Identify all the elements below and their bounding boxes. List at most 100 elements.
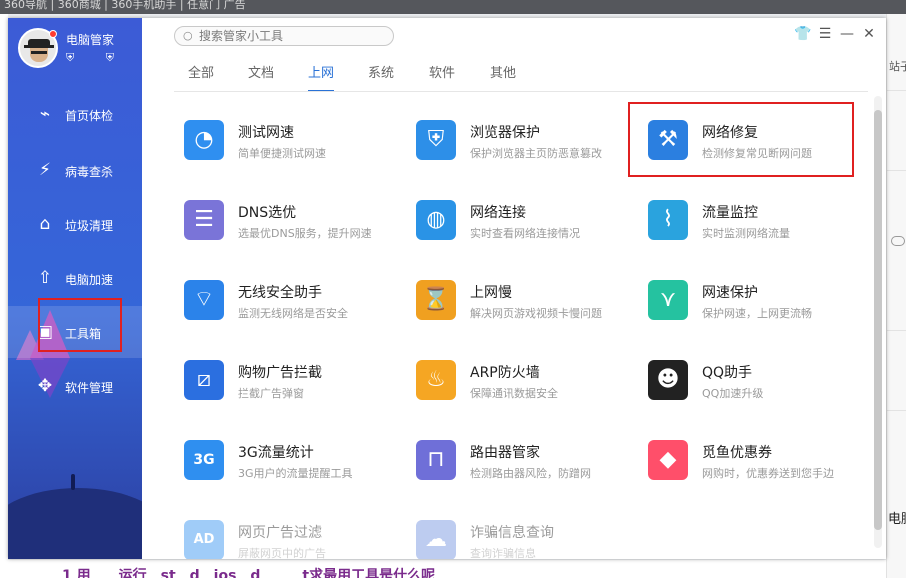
ad-filter-icon: AD bbox=[184, 520, 224, 559]
tool-name: 觅鱼优惠券 bbox=[702, 445, 772, 461]
tool-desc: 查询诈骗信息 bbox=[470, 547, 536, 559]
tool-name: 路由器管家 bbox=[470, 445, 540, 461]
tool-desc: 保护浏览器主页防恶意篡改 bbox=[470, 147, 602, 160]
tool-speed-test[interactable]: ◔ 测试网速 简单便捷测试网速 bbox=[184, 116, 414, 176]
tool-shopping-ad-block[interactable]: ⧄ 购物广告拦截 拦截广告弹窗 bbox=[184, 356, 414, 416]
search-box[interactable]: ○ bbox=[174, 26, 394, 46]
tool-desc: 实时查看网络连接情况 bbox=[470, 227, 580, 240]
sidebar-person-silhouette bbox=[71, 474, 75, 490]
background-left-strip bbox=[0, 14, 8, 560]
sidebar-item-cleanup[interactable]: ⌂ 垃圾清理 bbox=[8, 198, 142, 250]
firewall-icon: ♨ bbox=[416, 360, 456, 400]
tool-name: 网速保护 bbox=[702, 285, 758, 301]
scrollbar-thumb[interactable] bbox=[874, 110, 882, 530]
background-divider bbox=[887, 170, 906, 171]
tool-name: ARP防火墙 bbox=[470, 365, 540, 381]
tool-speed-protect[interactable]: ⋎ 网速保护 保护网速，上网更流畅 bbox=[648, 276, 872, 336]
highlight-box-toolbox bbox=[38, 298, 122, 352]
tool-desc: 简单便捷测试网速 bbox=[238, 147, 326, 160]
background-right-text: 站子 bbox=[889, 60, 906, 73]
sidebar-item-speedup[interactable]: ⇧ 电脑加速 bbox=[8, 252, 142, 304]
tool-name: 3G流量统计 bbox=[238, 445, 314, 461]
tool-arp-firewall[interactable]: ♨ ARP防火墙 保障通讯数据安全 bbox=[416, 356, 646, 416]
skin-icon[interactable]: 👕 bbox=[794, 24, 812, 44]
tool-fraud-query[interactable]: ☁ 诈骗信息查询 查询诈骗信息 bbox=[416, 516, 646, 559]
sidebar-item-label: 首页体检 bbox=[65, 109, 114, 123]
tool-slow-internet[interactable]: ⌛ 上网慢 解决网页游戏视频卡慢问题 bbox=[416, 276, 646, 336]
tab-system[interactable]: 系统 bbox=[368, 62, 394, 92]
background-divider bbox=[887, 330, 906, 331]
apps-icon: ✥ bbox=[37, 376, 53, 396]
background-article-heading: 1 用 运行 st d ios d t求最用工具是什么呢 bbox=[62, 568, 436, 578]
globe-icon: ◍ bbox=[416, 200, 456, 240]
background-divider bbox=[887, 90, 906, 91]
search-input[interactable] bbox=[199, 28, 389, 44]
tool-desc: 监测无线网络是否安全 bbox=[238, 307, 348, 320]
tool-desc: 屏蔽网页中的广告 bbox=[238, 547, 326, 559]
tool-name: 诈骗信息查询 bbox=[470, 525, 554, 541]
sidebar-item-home-check[interactable]: ⌁ 首页体检 bbox=[8, 88, 142, 140]
sidebar-hill-decoration bbox=[8, 488, 142, 559]
dns-server-icon: ☰ bbox=[184, 200, 224, 240]
tool-wifi-security[interactable]: ⌔ 无线安全助手 监测无线网络是否安全 bbox=[184, 276, 414, 336]
tab-software[interactable]: 软件 bbox=[429, 62, 455, 92]
window-controls: 👕 ☰ — ✕ bbox=[794, 24, 878, 44]
background-divider bbox=[887, 410, 906, 411]
tool-desc: 3G用户的流量提醒工具 bbox=[238, 467, 353, 480]
sidebar: 电脑管家 ⛨ ⛨ ⌁ 首页体检 ⚡ 病毒查杀 ⌂ 垃圾清理 ⇧ 电脑加速 ▣ 工… bbox=[8, 18, 142, 559]
tool-name: DNS选优 bbox=[238, 205, 297, 221]
fraud-query-icon: ☁ bbox=[416, 520, 456, 559]
avatar-glasses bbox=[31, 51, 47, 55]
main-panel: ○ 👕 ☰ — ✕ 全部 文档 上网 系统 软件 其他 ◔ 测试网速 简单便捷测… bbox=[142, 18, 886, 559]
tool-desc: 实时监测网络流量 bbox=[702, 227, 790, 240]
tool-web-ad-filter[interactable]: AD 网页广告过滤 屏蔽网页中的广告 bbox=[184, 516, 414, 559]
tool-desc: QQ加速升级 bbox=[702, 387, 764, 400]
tool-desc: 检测路由器风险，防蹭网 bbox=[470, 467, 591, 480]
sidebar-item-label: 电脑加速 bbox=[65, 273, 114, 287]
menu-icon[interactable]: ☰ bbox=[816, 24, 834, 44]
notification-dot bbox=[49, 30, 57, 38]
traffic-monitor-icon: ⌇ bbox=[648, 200, 688, 240]
tool-desc: 保护网速，上网更流畅 bbox=[702, 307, 812, 320]
close-icon[interactable]: ✕ bbox=[860, 24, 878, 44]
tab-internet[interactable]: 上网 bbox=[308, 62, 335, 92]
broom-icon: ⌂ bbox=[39, 214, 51, 234]
router-icon: ⊓ bbox=[416, 440, 456, 480]
tool-dns-optimize[interactable]: ☰ DNS选优 选最优DNS服务，提升网速 bbox=[184, 196, 414, 256]
background-bottom-text: 1 用 运行 st d ios d t求最用工具是什么呢 bbox=[0, 560, 886, 578]
minimize-icon[interactable]: — bbox=[838, 24, 856, 44]
tool-traffic-monitor[interactable]: ⌇ 流量监控 实时监测网络流量 bbox=[648, 196, 872, 256]
account-status-icons[interactable]: ⛨ ⛨ bbox=[66, 51, 128, 65]
tab-all[interactable]: 全部 bbox=[188, 62, 214, 92]
tab-other[interactable]: 其他 bbox=[490, 62, 516, 92]
tool-desc: 解决网页游戏视频卡慢问题 bbox=[470, 307, 602, 320]
tool-network-connections[interactable]: ◍ 网络连接 实时查看网络连接情况 bbox=[416, 196, 646, 256]
wifi-shield-icon: ⌔ bbox=[184, 280, 224, 320]
3g-icon: 3G bbox=[184, 440, 224, 480]
comment-bubble-icon bbox=[891, 236, 905, 246]
tool-desc: 网购时，优惠券送到您手边 bbox=[702, 467, 834, 480]
app-window: 电脑管家 ⛨ ⛨ ⌁ 首页体检 ⚡ 病毒查杀 ⌂ 垃圾清理 ⇧ 电脑加速 ▣ 工… bbox=[8, 18, 886, 559]
hourglass-icon: ⌛ bbox=[416, 280, 456, 320]
tool-qq-assistant[interactable]: ☻ QQ助手 QQ加速升级 bbox=[648, 356, 872, 416]
tool-router-manager[interactable]: ⊓ 路由器管家 检测路由器风险，防蹭网 bbox=[416, 436, 646, 496]
tool-coupons[interactable]: ◆ 觅鱼优惠券 网购时，优惠券送到您手边 bbox=[648, 436, 872, 496]
tab-documents[interactable]: 文档 bbox=[248, 62, 274, 92]
highlight-box-network-repair bbox=[628, 102, 854, 177]
tool-name: 网页广告过滤 bbox=[238, 525, 322, 541]
tool-name: 测试网速 bbox=[238, 125, 294, 141]
background-right-text: 电脑 bbox=[888, 512, 906, 527]
tool-name: 流量监控 bbox=[702, 205, 758, 221]
tool-3g-traffic[interactable]: 3G 3G流量统计 3G用户的流量提醒工具 bbox=[184, 436, 414, 496]
sidebar-item-software[interactable]: ✥ 软件管理 bbox=[8, 360, 142, 412]
sidebar-item-label: 软件管理 bbox=[65, 381, 114, 395]
sidebar-item-label: 病毒查杀 bbox=[65, 165, 114, 179]
tool-desc: 保障通讯数据安全 bbox=[470, 387, 558, 400]
tool-name: 网络连接 bbox=[470, 205, 526, 221]
coupon-tag-icon: ◆ bbox=[648, 440, 688, 480]
sidebar-item-label: 垃圾清理 bbox=[65, 219, 114, 233]
sidebar-item-virus-scan[interactable]: ⚡ 病毒查杀 bbox=[8, 144, 142, 196]
background-topbar: 360导航 | 360商城 | 360手机助手 | 任意门 广告 bbox=[0, 0, 906, 14]
tool-browser-protect[interactable]: ⛨ 浏览器保护 保护浏览器主页防恶意篡改 bbox=[416, 116, 646, 176]
tool-name: QQ助手 bbox=[702, 365, 753, 381]
